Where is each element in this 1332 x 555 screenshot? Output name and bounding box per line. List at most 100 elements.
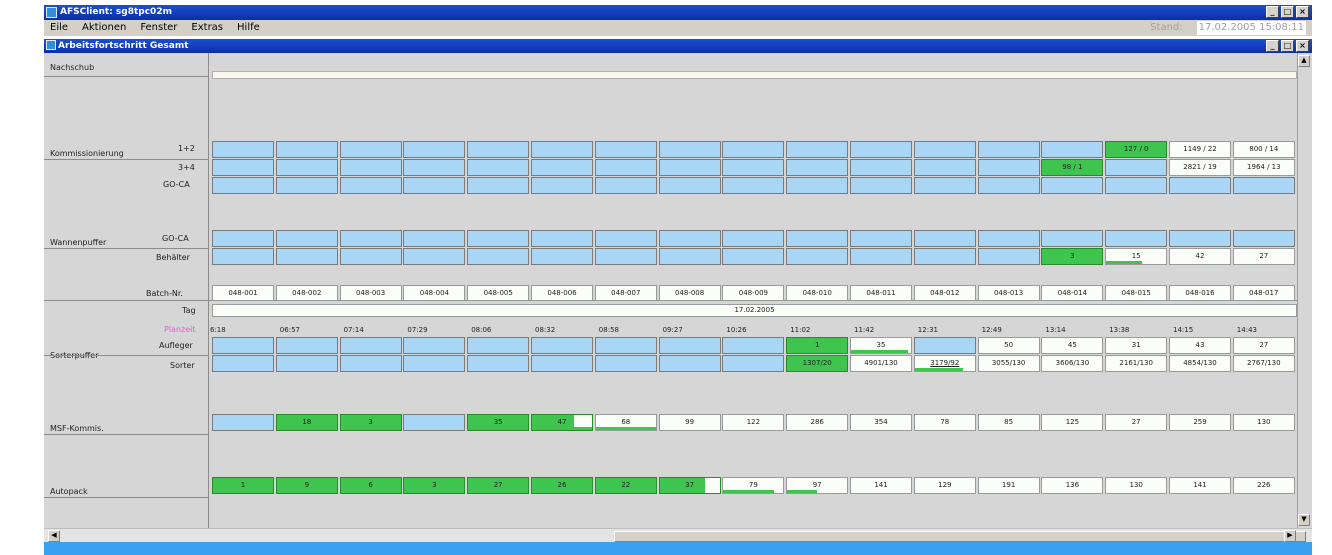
child-minimize-button[interactable]: _ [1266, 40, 1279, 52]
horizontal-scrollbar[interactable]: ◀ ▶ [44, 528, 1312, 543]
sor-cell-value: 2161/130 [1119, 359, 1153, 367]
batch-nr-cell[interactable]: 048-011 [850, 285, 912, 301]
wgoca-cell [212, 230, 274, 247]
msf-cell-progress [595, 427, 656, 430]
aut-cell-value: 22 [621, 481, 631, 489]
batch-nr-cell[interactable]: 048-009 [722, 285, 785, 301]
k34-cell: 2821 / 19 [1169, 159, 1231, 176]
auf-cell [913, 337, 976, 354]
wgoca-cell [977, 230, 1040, 247]
batch-nr-cell[interactable]: 048-003 [339, 285, 402, 301]
batch-nr-cell[interactable]: 048-005 [467, 285, 530, 301]
k34-cell: 98 / 1 [1041, 159, 1104, 176]
msf-cell: 125 [1041, 414, 1104, 431]
auf-cell [722, 337, 785, 354]
batch-nr-cell[interactable]: 048-007 [594, 285, 657, 301]
aut-cell-value: 97 [812, 481, 822, 489]
batch-nr-cell[interactable]: 048-016 [1169, 285, 1231, 301]
aut-cell-value: 129 [938, 481, 952, 489]
sor-cell-value: 4854/130 [1183, 359, 1217, 367]
sor-cell: 3055/130 [977, 355, 1040, 372]
child-close-button[interactable]: × [1296, 40, 1309, 52]
menu-fenster[interactable]: Fenster [140, 20, 177, 36]
sor-cell [339, 355, 402, 372]
wbeh-cell [786, 248, 849, 265]
k12-cell [722, 141, 785, 158]
wgoca-cell [913, 230, 976, 247]
auf-cell: 1 [786, 337, 849, 354]
k34-cell-value: 1964 / 13 [1247, 163, 1281, 171]
msf-cell: 99 [658, 414, 721, 431]
k12-cell [850, 141, 912, 158]
scroll-left-button[interactable]: ◀ [48, 530, 60, 542]
child-window-title-bar: Arbeitsfortschritt Gesamt _ □ × [44, 39, 1312, 53]
msf-cell: 35 [467, 414, 530, 431]
k34-cell [339, 159, 402, 176]
wgoca-cell [594, 230, 657, 247]
batch-nr-cell[interactable]: 048-006 [531, 285, 593, 301]
wbeh-cell [275, 248, 338, 265]
sor-cell [467, 355, 530, 372]
auf-cell-value: 31 [1131, 341, 1141, 349]
auf-cell: 43 [1169, 337, 1231, 354]
wbeh-cell: 27 [1232, 248, 1295, 265]
batch-nr-cell[interactable]: 048-013 [977, 285, 1040, 301]
scroll-right-button[interactable]: ▶ [1284, 530, 1296, 542]
menu-hilfe[interactable]: Hilfe [237, 20, 260, 36]
menu-extras[interactable]: Extras [191, 20, 223, 36]
aut-cell: 191 [977, 477, 1040, 494]
scroll-down-button[interactable]: ▼ [1298, 514, 1310, 526]
aut-cell: 226 [1232, 477, 1295, 494]
menu-datei[interactable]: Eile [50, 20, 68, 36]
auf-cell [594, 337, 657, 354]
auf-cell-value: 45 [1067, 341, 1077, 349]
wbeh-cell: 3 [1041, 248, 1104, 265]
menu-bar: Eile Aktionen Fenster Extras Hilfe Stand… [44, 20, 1312, 36]
maximize-button[interactable]: □ [1281, 6, 1294, 18]
msf-cell-value: 125 [1065, 418, 1080, 426]
sor-cell [212, 355, 274, 372]
horizontal-scroll-thumb[interactable] [614, 531, 1306, 542]
app-window-controls: _ □ × [1266, 6, 1309, 18]
sor-cell-value: 3055/130 [991, 359, 1026, 367]
aut-cell-value: 27 [493, 481, 503, 489]
k12-cell [977, 141, 1040, 158]
wgoca-cell [1232, 230, 1295, 247]
aut-cell-value: 6 [368, 481, 373, 489]
close-button[interactable]: × [1296, 6, 1309, 18]
aut-cell: 3 [403, 477, 466, 494]
batch-nr-cell[interactable]: 048-002 [275, 285, 338, 301]
batch-grid: 127 / 0 1149 / 22 800 / 14 98 / 1 2821 / 19 1… [44, 53, 1297, 528]
batch-nr-cell[interactable]: 048-010 [786, 285, 849, 301]
batch-nr-cell[interactable]: 048-008 [658, 285, 721, 301]
msf-cell: 85 [977, 414, 1040, 431]
batch-nr-cell[interactable]: 048-004 [403, 285, 466, 301]
minimize-button[interactable]: _ [1266, 6, 1279, 18]
wgoca-cell [339, 230, 402, 247]
wbeh-cell [212, 248, 274, 265]
k34-cell-value: 2821 / 19 [1183, 163, 1217, 171]
batch-nr-cell[interactable]: 048-015 [1105, 285, 1168, 301]
vertical-scrollbar-track[interactable] [1297, 53, 1298, 528]
aut-cell-value: 3 [432, 481, 437, 489]
wbeh-cell: 42 [1169, 248, 1231, 265]
msf-cell: 130 [1232, 414, 1295, 431]
k12-cell-value: 1149 / 22 [1183, 145, 1217, 153]
auf-cell [531, 337, 593, 354]
child-maximize-button[interactable]: □ [1281, 40, 1294, 52]
k12-cell [531, 141, 593, 158]
batch-nr-cell[interactable]: 048-014 [1041, 285, 1104, 301]
batch-nr-cell[interactable]: 048-012 [913, 285, 976, 301]
batch-nr-cell[interactable]: 048-001 [212, 285, 274, 301]
k34-cell [786, 159, 849, 176]
msf-cell-value: 78 [940, 418, 950, 426]
menu-aktionen[interactable]: Aktionen [82, 20, 126, 36]
child-window-icon [46, 40, 56, 50]
aut-cell: 130 [1105, 477, 1168, 494]
wbeh-cell-value: 42 [1195, 252, 1205, 260]
wgoca-cell [403, 230, 466, 247]
kgoca-cell [850, 177, 912, 194]
kgoca-cell [212, 177, 274, 194]
scroll-up-button[interactable]: ▲ [1298, 55, 1310, 67]
batch-nr-cell[interactable]: 048-017 [1232, 285, 1295, 301]
